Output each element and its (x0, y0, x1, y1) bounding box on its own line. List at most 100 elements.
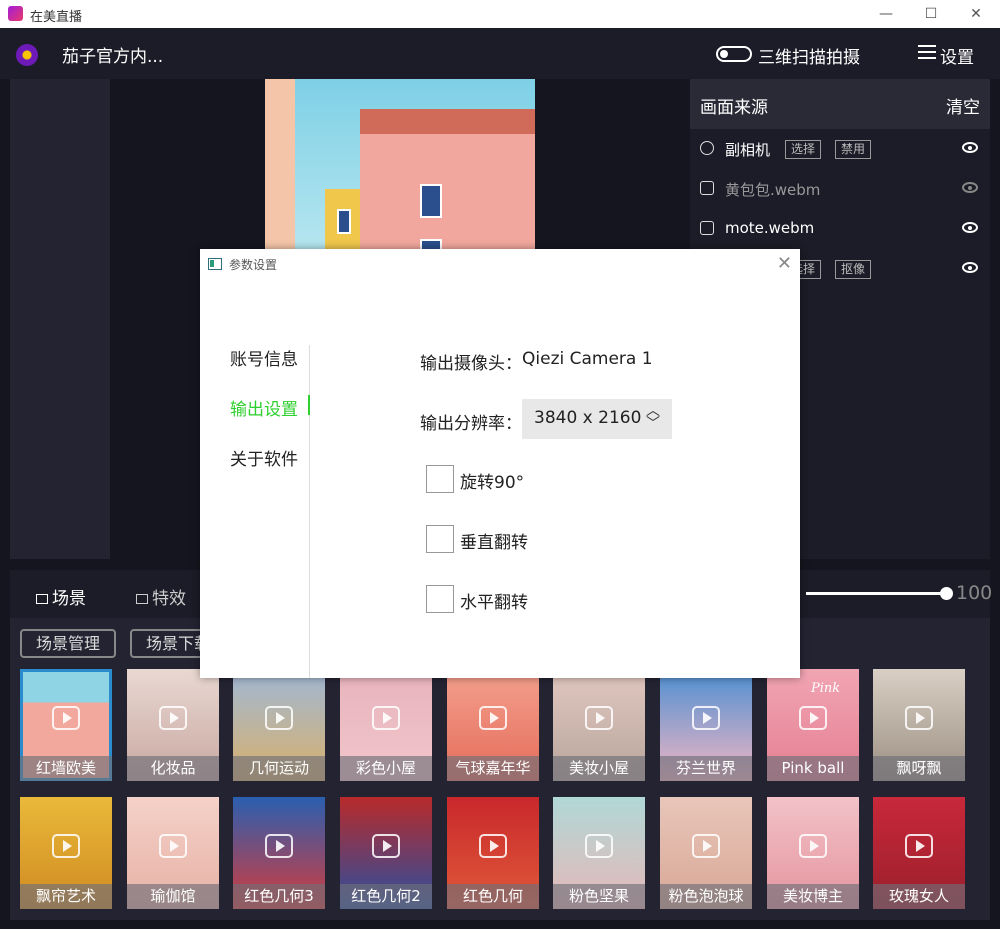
clear-button[interactable]: 清空 (946, 93, 980, 118)
scene-label: 美妆小屋 (553, 756, 645, 781)
rotate-label: 旋转90° (460, 473, 525, 493)
window-pane (420, 184, 442, 218)
account-avatar[interactable] (16, 44, 38, 66)
menu-icon[interactable] (918, 45, 936, 59)
scene-label: 飘呀飘 (873, 756, 965, 781)
play-icon (692, 834, 720, 858)
scene-label: 彩色小屋 (340, 756, 432, 781)
scan-toggle[interactable] (716, 46, 752, 62)
roof (360, 109, 535, 134)
eye-icon[interactable] (962, 262, 978, 273)
scene-thumbnail[interactable]: Pink ball Pink (767, 669, 859, 781)
play-icon (799, 706, 827, 730)
scene-label: 红色几何3 (233, 884, 325, 909)
scene-thumbnail[interactable]: 飘呀飘 (873, 669, 965, 781)
scene-thumbnail[interactable]: 几何运动 (233, 669, 325, 781)
tab-effects[interactable]: 特效 (136, 584, 186, 609)
eye-icon[interactable] (962, 142, 978, 153)
scene-thumbnail[interactable]: 红色几何3 (233, 797, 325, 909)
scene-thumbnail[interactable]: 飘帘艺术 (20, 797, 112, 909)
play-icon (265, 834, 293, 858)
play-icon (692, 706, 720, 730)
eye-hidden-icon[interactable] (962, 182, 978, 193)
dialog-icon (208, 258, 222, 270)
tab-scenes[interactable]: 场景 (36, 584, 86, 609)
scene-label: 美妆博主 (767, 884, 859, 909)
scene-manage-button[interactable]: 场景管理 (20, 629, 117, 658)
source-item[interactable]: 黄包包.webm (690, 169, 990, 209)
resolution-label: 输出分辨率： (420, 414, 522, 434)
disable-tag[interactable]: 禁用 (835, 140, 872, 159)
dialog-header: 参数设置 ✕ (200, 249, 800, 279)
scene-thumbnail[interactable]: 气球嘉年华 (447, 669, 539, 781)
scene-label: Pink ball (767, 756, 859, 781)
scan-label[interactable]: 三维扫描拍摄 (758, 43, 860, 68)
scene-label: 瑜伽馆 (127, 884, 219, 909)
hflip-checkbox[interactable] (426, 585, 454, 613)
play-icon (372, 834, 400, 858)
left-panel (10, 79, 110, 559)
nav-output-settings[interactable]: 输出设置 (230, 395, 298, 420)
wall (265, 79, 295, 254)
matting-tag[interactable]: 抠像 (835, 260, 872, 279)
scene-thumbnail[interactable]: 彩色小屋 (340, 669, 432, 781)
window-title: 在美直播 (30, 10, 83, 25)
scene-label: 粉色坚果 (553, 884, 645, 909)
scene-thumbnail[interactable]: 玫瑰女人 (873, 797, 965, 909)
play-icon (905, 706, 933, 730)
minimize-button[interactable]: — (876, 4, 896, 24)
play-icon (265, 706, 293, 730)
window-pane (337, 209, 351, 234)
scene-thumbnail[interactable]: 红墙欧美 (20, 669, 112, 781)
close-window-button[interactable]: ✕ (966, 4, 986, 24)
eye-icon[interactable] (962, 222, 978, 233)
play-icon (479, 706, 507, 730)
camera-label: 输出摄像头： (420, 354, 522, 374)
pink-overlay-text: Pink (811, 681, 841, 696)
account-name[interactable]: 茄子官方内... (62, 42, 163, 67)
source-label: mote.webm (725, 219, 815, 237)
scene-label: 几何运动 (233, 756, 325, 781)
scene-label: 红色几何 (447, 884, 539, 909)
scene-thumbnail[interactable]: 瑜伽馆 (127, 797, 219, 909)
camera-value: Qiezi Camera 1 (522, 349, 653, 369)
scene-thumbnail[interactable]: 粉色坚果 (553, 797, 645, 909)
settings-button[interactable]: 设置 (940, 43, 974, 68)
scene-thumbnail[interactable]: 美妆小屋 (553, 669, 645, 781)
hflip-label: 水平翻转 (460, 593, 528, 613)
scene-thumbnail[interactable]: 化妆品 (127, 669, 219, 781)
select-tag[interactable]: 选择 (785, 140, 822, 159)
preview-image (265, 79, 535, 254)
slider-knob[interactable] (940, 587, 953, 600)
nav-account-info[interactable]: 账号信息 (230, 345, 298, 370)
scene-label: 芬兰世界 (660, 756, 752, 781)
scene-label: 红色几何2 (340, 884, 432, 909)
play-icon (479, 834, 507, 858)
nav-about[interactable]: 关于软件 (230, 445, 298, 470)
scene-label: 飘帘艺术 (20, 884, 112, 909)
settings-dialog: 参数设置 ✕ 账号信息 输出设置 关于软件 输出摄像头： Qiezi Camer… (200, 249, 800, 678)
scene-thumbnail[interactable]: 红色几何2 (340, 797, 432, 909)
window-titlebar: 在美直播 — ☐ ✕ (0, 0, 1000, 28)
scene-thumbnail[interactable]: 美妆博主 (767, 797, 859, 909)
scene-label: 化妆品 (127, 756, 219, 781)
resolution-select[interactable]: 3840 x 2160 ︿ ﹀ (522, 399, 672, 439)
rotate-checkbox[interactable] (426, 465, 454, 493)
app-header: 茄子官方内... 三维扫描拍摄 设置 (0, 28, 1000, 79)
scene-label: 气球嘉年华 (447, 756, 539, 781)
source-label: 副相机 (725, 141, 771, 159)
play-icon (159, 834, 187, 858)
dialog-close-icon[interactable]: ✕ (777, 253, 792, 274)
scene-thumbnail[interactable]: 红色几何 (447, 797, 539, 909)
volume-slider[interactable] (806, 587, 953, 600)
source-item[interactable]: 副相机 选择 禁用 (690, 129, 990, 169)
maximize-button[interactable]: ☐ (921, 4, 941, 24)
source-label: 黄包包.webm (725, 181, 821, 199)
scene-thumbnail[interactable]: 粉色泡泡球 (660, 797, 752, 909)
scene-thumbnail[interactable]: 芬兰世界 (660, 669, 752, 781)
source-item[interactable]: mote.webm (690, 209, 990, 249)
camera-icon (700, 141, 714, 155)
vflip-checkbox[interactable] (426, 525, 454, 553)
play-icon (52, 834, 80, 858)
play-icon (372, 706, 400, 730)
